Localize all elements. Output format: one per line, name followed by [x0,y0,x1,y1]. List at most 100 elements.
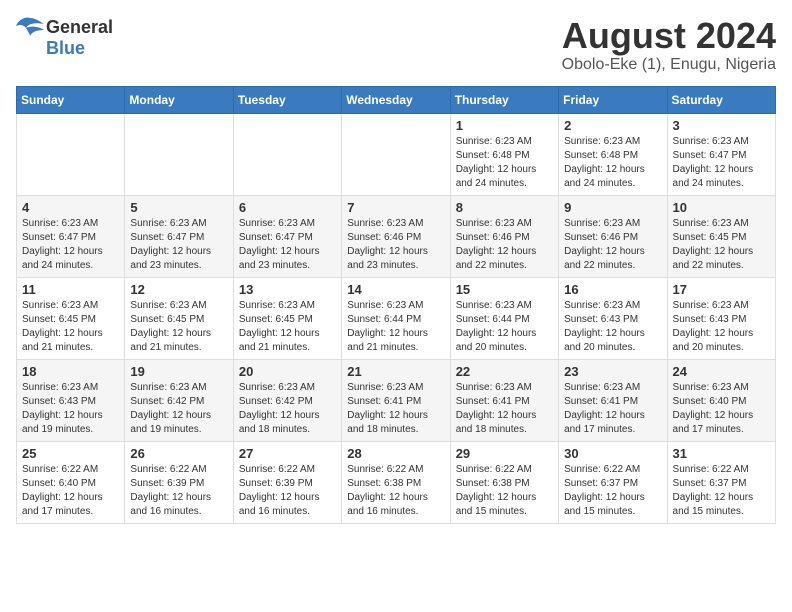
day-number: 5 [130,200,227,215]
calendar-cell: 28Sunrise: 6:22 AMSunset: 6:38 PMDayligh… [342,441,450,523]
logo-blue: Blue [46,38,85,59]
calendar-cell [233,113,341,195]
header: General Blue August 2024 Obolo-Eke (1), … [16,16,776,74]
calendar-cell: 29 Sunrise: 6:22 AMSunset: 6:38 PMDayligh… [450,441,558,523]
day-info: Sunrise: 6:23 AMSunset: 6:40 PMDaylight:… [673,381,770,437]
day-info: Sunrise: 6:23 AMSunset: 6:45 PMDaylight:… [130,299,227,355]
col-friday: Friday [559,86,667,113]
day-number: 14 [347,282,444,297]
calendar-cell: 23 Sunrise: 6:23 AMSunset: 6:41 PMDayligh… [559,359,667,441]
day-info: Sunrise: 6:23 AMSunset: 6:41 PMDaylight:… [456,381,553,437]
calendar-cell: 17 Sunrise: 6:23 AMSunset: 6:43 PMDayligh… [667,277,775,359]
day-info: Sunrise: 6:23 AMSunset: 6:41 PMDaylight:… [347,381,444,437]
day-info: Sunrise: 6:23 AMSunset: 6:47 PMDaylight:… [673,135,770,191]
day-number: 8 [456,200,553,215]
day-info: Sunrise: 6:23 AMSunset: 6:45 PMDaylight:… [673,217,770,273]
calendar-cell: 1 Sunrise: 6:23 AMSunset: 6:48 PMDaylight… [450,113,558,195]
day-number: 11 [22,282,119,297]
calendar-cell: 20Sunrise: 6:23 AMSunset: 6:42 PMDayligh… [233,359,341,441]
day-info: Sunrise: 6:23 AMSunset: 6:45 PMDaylight:… [22,299,119,355]
day-number: 7 [347,200,444,215]
day-info: Sunrise: 6:23 AMSunset: 6:46 PMDaylight:… [564,217,661,273]
day-info: Sunrise: 6:23 AMSunset: 6:43 PMDaylight:… [22,381,119,437]
calendar-cell: 14 Sunrise: 6:23 AMSunset: 6:44 PMDayligh… [342,277,450,359]
calendar-cell: 11 Sunrise: 6:23 AMSunset: 6:45 PMDayligh… [17,277,125,359]
day-number: 13 [239,282,336,297]
calendar-cell: 31 Sunrise: 6:22 AMSunset: 6:37 PMDayligh… [667,441,775,523]
col-tuesday: Tuesday [233,86,341,113]
day-number: 22 [456,364,553,379]
day-number: 19 [130,364,227,379]
calendar-cell: 13 Sunrise: 6:23 AMSunset: 6:45 PMDayligh… [233,277,341,359]
day-info: Sunrise: 6:23 AMSunset: 6:48 PMDaylight:… [564,135,661,191]
day-info: Sunrise: 6:23 AMSunset: 6:47 PMDaylight:… [239,217,336,273]
calendar-cell: 27 Sunrise: 6:22 AMSunset: 6:39 PMDayligh… [233,441,341,523]
calendar-cell: 16 Sunrise: 6:23 AMSunset: 6:43 PMDayligh… [559,277,667,359]
day-info: Sunrise: 6:23 AMSunset: 6:41 PMDaylight:… [564,381,661,437]
calendar-cell: 30Sunrise: 6:22 AMSunset: 6:37 PMDayligh… [559,441,667,523]
calendar-cell: 2Sunrise: 6:23 AMSunset: 6:48 PMDaylight… [559,113,667,195]
day-number: 24 [673,364,770,379]
day-number: 10 [673,200,770,215]
day-number: 18 [22,364,119,379]
day-number: 20 [239,364,336,379]
day-number: 30 [564,446,661,461]
calendar-cell: 21Sunrise: 6:23 AMSunset: 6:41 PMDayligh… [342,359,450,441]
calendar-week-5: 25 Sunrise: 6:22 AMSunset: 6:40 PMDayligh… [17,441,776,523]
page-title: August 2024 [562,16,776,56]
day-number: 17 [673,282,770,297]
day-info: Sunrise: 6:23 AMSunset: 6:46 PMDaylight:… [456,217,553,273]
page-subtitle: Obolo-Eke (1), Enugu, Nigeria [562,56,776,74]
calendar-cell: 7 Sunrise: 6:23 AMSunset: 6:46 PMDaylight… [342,195,450,277]
day-number: 4 [22,200,119,215]
calendar-cell: 18 Sunrise: 6:23 AMSunset: 6:43 PMDayligh… [17,359,125,441]
day-number: 15 [456,282,553,297]
calendar-week-3: 11 Sunrise: 6:23 AMSunset: 6:45 PMDayligh… [17,277,776,359]
calendar-week-1: 1 Sunrise: 6:23 AMSunset: 6:48 PMDaylight… [17,113,776,195]
day-number: 29 [456,446,553,461]
day-info: Sunrise: 6:23 AMSunset: 6:44 PMDaylight:… [456,299,553,355]
day-number: 3 [673,118,770,133]
day-number: 12 [130,282,227,297]
logo-general: General [46,17,113,38]
day-number: 26 [130,446,227,461]
calendar-cell: 15 Sunrise: 6:23 AMSunset: 6:44 PMDayligh… [450,277,558,359]
day-info: Sunrise: 6:23 AMSunset: 6:48 PMDaylight:… [456,135,553,191]
calendar-cell: 24 Sunrise: 6:23 AMSunset: 6:40 PMDayligh… [667,359,775,441]
day-number: 23 [564,364,661,379]
calendar-body: 1 Sunrise: 6:23 AMSunset: 6:48 PMDaylight… [17,113,776,523]
day-number: 25 [22,446,119,461]
day-info: Sunrise: 6:23 AMSunset: 6:43 PMDaylight:… [673,299,770,355]
day-info: Sunrise: 6:23 AMSunset: 6:46 PMDaylight:… [347,217,444,273]
day-info: Sunrise: 6:23 AMSunset: 6:43 PMDaylight:… [564,299,661,355]
calendar-cell: 4Sunrise: 6:23 AMSunset: 6:47 PMDaylight… [17,195,125,277]
calendar-cell [342,113,450,195]
day-number: 27 [239,446,336,461]
day-number: 9 [564,200,661,215]
calendar-table: Sunday Monday Tuesday Wednesday Thursday… [16,86,776,524]
day-info: Sunrise: 6:23 AMSunset: 6:44 PMDaylight:… [347,299,444,355]
col-saturday: Saturday [667,86,775,113]
calendar-cell: 22 Sunrise: 6:23 AMSunset: 6:41 PMDayligh… [450,359,558,441]
calendar-cell: 10 Sunrise: 6:23 AMSunset: 6:45 PMDayligh… [667,195,775,277]
day-info: Sunrise: 6:22 AMSunset: 6:39 PMDaylight:… [239,463,336,519]
calendar-cell: 6Sunrise: 6:23 AMSunset: 6:47 PMDaylight… [233,195,341,277]
day-info: Sunrise: 6:23 AMSunset: 6:45 PMDaylight:… [239,299,336,355]
day-number: 28 [347,446,444,461]
calendar-cell: 5Sunrise: 6:23 AMSunset: 6:47 PMDaylight… [125,195,233,277]
calendar-cell: 12 Sunrise: 6:23 AMSunset: 6:45 PMDayligh… [125,277,233,359]
day-info: Sunrise: 6:22 AMSunset: 6:40 PMDaylight:… [22,463,119,519]
col-sunday: Sunday [17,86,125,113]
col-thursday: Thursday [450,86,558,113]
calendar-week-2: 4 Sunrise: 6:23 AMSunset: 6:47 PMDaylight… [17,195,776,277]
day-info: Sunrise: 6:22 AMSunset: 6:37 PMDaylight:… [673,463,770,519]
day-info: Sunrise: 6:22 AMSunset: 6:38 PMDaylight:… [456,463,553,519]
logo: General Blue [16,16,113,59]
logo-bird-icon [16,16,44,38]
day-number: 16 [564,282,661,297]
day-number: 31 [673,446,770,461]
days-of-week-row: Sunday Monday Tuesday Wednesday Thursday… [17,86,776,113]
calendar-header: Sunday Monday Tuesday Wednesday Thursday… [17,86,776,113]
calendar-cell [125,113,233,195]
day-number: 1 [456,118,553,133]
